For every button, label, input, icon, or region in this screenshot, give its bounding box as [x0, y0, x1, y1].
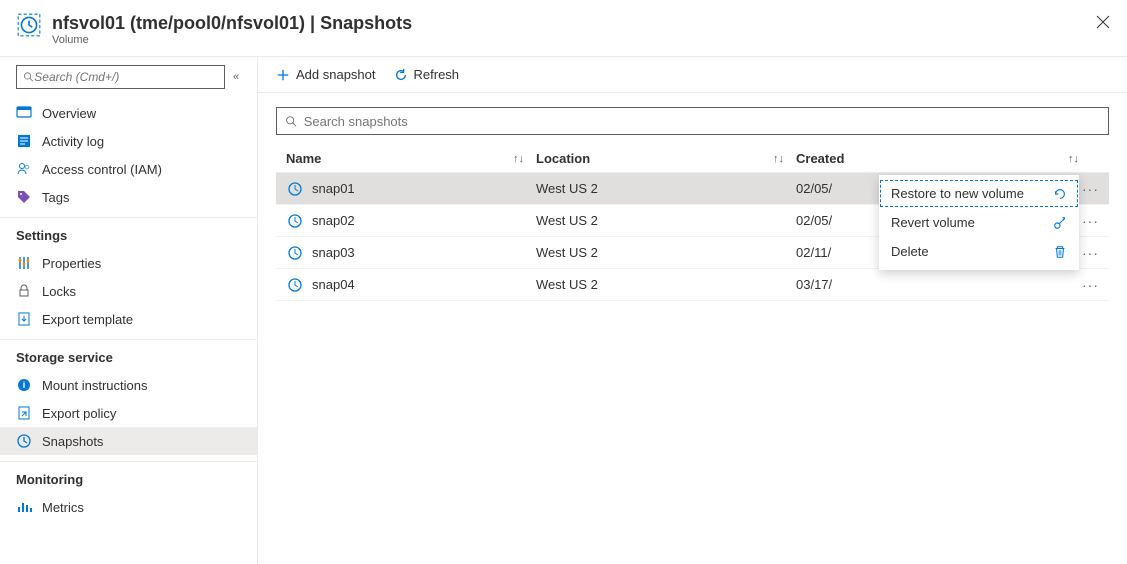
snapshot-location: West US 2: [536, 245, 796, 260]
sidebar-item-export-policy[interactable]: Export policy: [0, 399, 257, 427]
locks-icon: [16, 283, 32, 299]
row-actions-icon[interactable]: ···: [1078, 205, 1103, 236]
sidebar-item-snapshots[interactable]: Snapshots: [0, 427, 257, 455]
delete-icon: [1053, 245, 1067, 259]
page-subtitle: Volume: [52, 34, 412, 46]
sort-icon: ↑↓: [1068, 153, 1079, 165]
main-content: Add snapshot Refresh Name↑↓ Location↑↓ C…: [258, 57, 1127, 564]
sidebar-item-label: Export policy: [42, 406, 116, 421]
sidebar-item-properties[interactable]: Properties: [0, 249, 257, 277]
ctx-delete[interactable]: Delete: [879, 237, 1079, 266]
snapshot-location: West US 2: [536, 181, 796, 196]
sidebar-item-label: Locks: [42, 284, 76, 299]
row-actions-icon[interactable]: ···: [1078, 269, 1103, 300]
search-icon: [285, 115, 298, 128]
sidebar-item-access-control[interactable]: Access control (IAM): [0, 155, 257, 183]
page-title: nfsvol01 (tme/pool0/nfsvol01) | Snapshot…: [52, 12, 412, 34]
export-template-icon: [16, 311, 32, 327]
sidebar-item-mount[interactable]: i Mount instructions: [0, 371, 257, 399]
plus-icon: [276, 68, 290, 82]
snapshot-icon: [286, 276, 304, 294]
sidebar-item-label: Snapshots: [42, 434, 103, 449]
refresh-button[interactable]: Refresh: [394, 67, 460, 82]
snapshot-icon: [286, 180, 304, 198]
collapse-sidebar-icon[interactable]: «: [233, 71, 245, 83]
sidebar-section-settings: Settings: [0, 218, 257, 249]
sidebar-item-label: Mount instructions: [42, 378, 148, 393]
ctx-label: Restore to new volume: [891, 186, 1024, 201]
restore-icon: [1053, 187, 1067, 201]
snapshot-name: snap04: [312, 277, 355, 292]
toolbar: Add snapshot Refresh: [258, 57, 1127, 93]
overview-icon: [16, 105, 32, 121]
sort-icon: ↑↓: [513, 153, 524, 165]
snapshot-location: West US 2: [536, 277, 796, 292]
page-header: nfsvol01 (tme/pool0/nfsvol01) | Snapshot…: [0, 0, 1127, 57]
context-menu: Restore to new volume Revert volume Dele…: [879, 175, 1079, 270]
snapshot-search[interactable]: [276, 107, 1109, 135]
snapshot-name: snap01: [312, 181, 355, 196]
sidebar-item-label: Properties: [42, 256, 101, 271]
snapshot-icon: [286, 212, 304, 230]
sidebar-item-overview[interactable]: Overview: [0, 99, 257, 127]
sidebar-item-activity-log[interactable]: Activity log: [0, 127, 257, 155]
ctx-restore[interactable]: Restore to new volume: [879, 179, 1079, 208]
ctx-label: Delete: [891, 244, 929, 259]
column-created[interactable]: Created↑↓: [796, 151, 1109, 166]
add-snapshot-button[interactable]: Add snapshot: [276, 67, 376, 82]
close-icon[interactable]: [1095, 14, 1111, 30]
table-header: Name↑↓ Location↑↓ Created↑↓: [276, 145, 1109, 173]
sidebar-item-label: Overview: [42, 106, 96, 121]
refresh-label: Refresh: [414, 67, 460, 82]
sidebar-item-label: Metrics: [42, 500, 84, 515]
refresh-icon: [394, 68, 408, 82]
column-name[interactable]: Name↑↓: [276, 151, 536, 166]
volume-clock-icon: [16, 12, 42, 38]
access-control-icon: [16, 161, 32, 177]
snapshots-icon: [16, 433, 32, 449]
export-policy-icon: [16, 405, 32, 421]
ctx-label: Revert volume: [891, 215, 975, 230]
snapshot-location: West US 2: [536, 213, 796, 228]
sidebar-section-monitoring: Monitoring: [0, 462, 257, 493]
ctx-revert[interactable]: Revert volume: [879, 208, 1079, 237]
sidebar-item-label: Tags: [42, 190, 69, 205]
sidebar-search[interactable]: [16, 65, 225, 89]
sidebar: « Overview Activity log Access control (…: [0, 57, 258, 564]
metrics-icon: [16, 499, 32, 515]
mount-icon: i: [16, 377, 32, 393]
row-actions-icon[interactable]: ···: [1078, 237, 1103, 268]
sidebar-item-label: Export template: [42, 312, 133, 327]
add-snapshot-label: Add snapshot: [296, 67, 376, 82]
sidebar-item-label: Activity log: [42, 134, 104, 149]
sidebar-item-export-template[interactable]: Export template: [0, 305, 257, 333]
snapshot-created: 03/17/: [796, 277, 1109, 292]
sidebar-item-tags[interactable]: Tags: [0, 183, 257, 211]
properties-icon: [16, 255, 32, 271]
snapshot-icon: [286, 244, 304, 262]
svg-text:i: i: [23, 380, 26, 390]
activity-log-icon: [16, 133, 32, 149]
sidebar-search-input[interactable]: [34, 70, 218, 84]
revert-icon: [1053, 216, 1067, 230]
sidebar-item-locks[interactable]: Locks: [0, 277, 257, 305]
sidebar-section-storage: Storage service: [0, 340, 257, 371]
sidebar-item-label: Access control (IAM): [42, 162, 162, 177]
search-icon: [23, 71, 34, 83]
sort-icon: ↑↓: [773, 153, 784, 165]
snapshot-search-input[interactable]: [304, 114, 1100, 129]
row-actions-icon[interactable]: ···: [1078, 173, 1103, 204]
table-row[interactable]: snap04 West US 2 03/17/ ···: [276, 269, 1109, 301]
column-location[interactable]: Location↑↓: [536, 151, 796, 166]
sidebar-item-metrics[interactable]: Metrics: [0, 493, 257, 521]
snapshot-name: snap03: [312, 245, 355, 260]
tags-icon: [16, 189, 32, 205]
snapshot-name: snap02: [312, 213, 355, 228]
